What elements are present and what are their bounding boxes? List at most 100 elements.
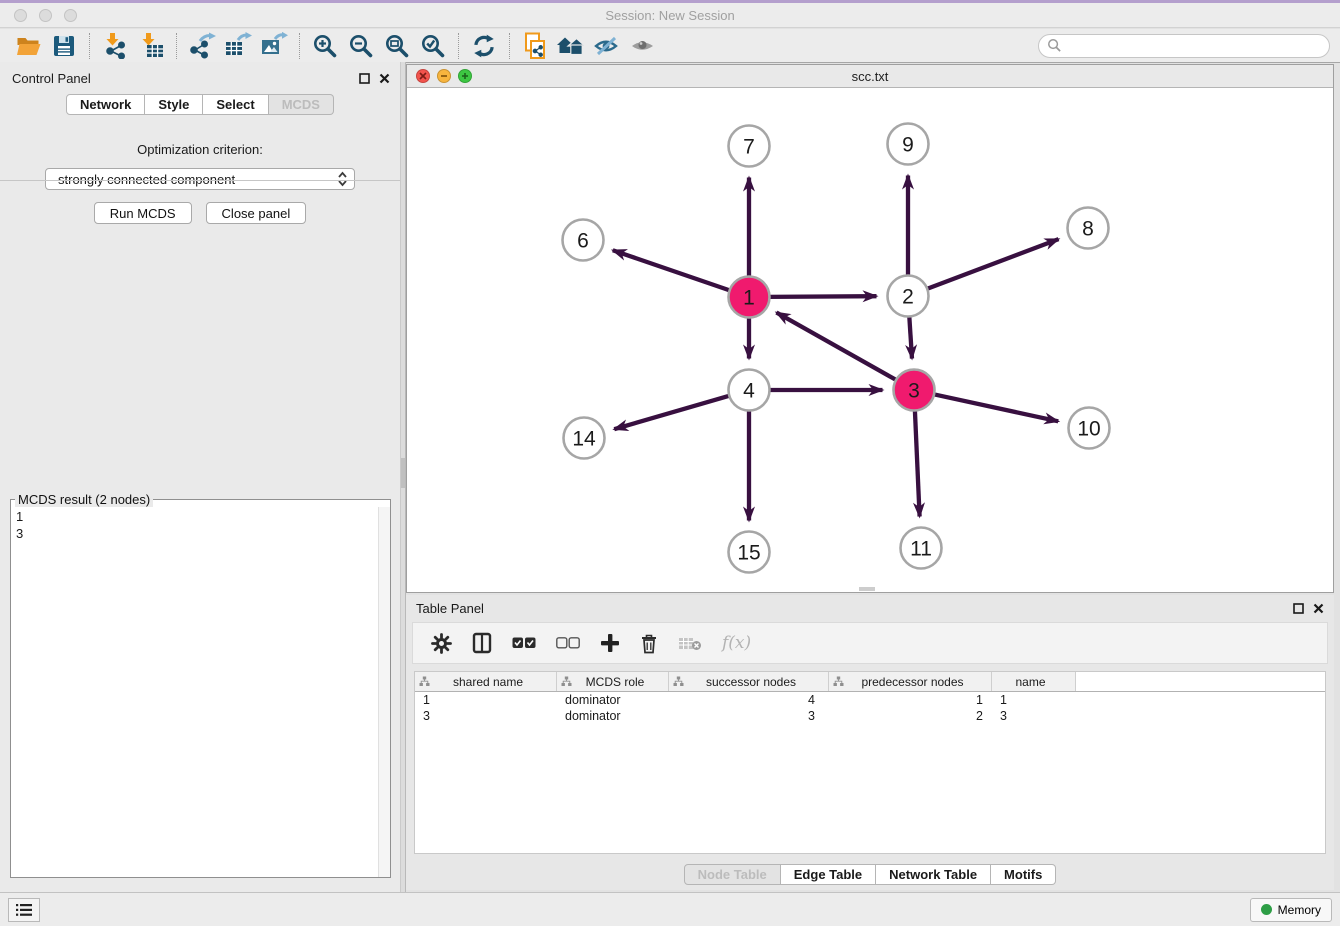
delete-table-button[interactable]	[678, 635, 702, 651]
home-layout-button[interactable]	[553, 31, 589, 61]
hide-selected-button[interactable]	[589, 31, 625, 61]
export-image-icon	[260, 32, 288, 59]
column-header-predecessor-nodes[interactable]: predecessor nodes	[829, 672, 992, 691]
unselect-all-columns-button[interactable]	[556, 637, 580, 649]
run-mcds-button[interactable]: Run MCDS	[94, 202, 192, 224]
show-all-button[interactable]	[625, 31, 661, 61]
cell-successor-nodes[interactable]: 4	[669, 693, 829, 707]
task-list-icon	[15, 903, 33, 917]
refresh-view-button[interactable]	[466, 31, 502, 61]
import-table-button[interactable]	[133, 31, 169, 61]
export-table-button[interactable]	[220, 31, 256, 61]
search-input[interactable]	[1067, 38, 1321, 53]
close-network-window-button[interactable]	[416, 69, 430, 83]
network-view-window: scc.txt 7968124314101511	[406, 64, 1334, 593]
graph-edge-1-2[interactable]	[767, 296, 876, 297]
cell-mcds-role[interactable]: dominator	[557, 693, 669, 707]
table-mode-button[interactable]	[431, 633, 452, 654]
cell-successor-nodes[interactable]: 3	[669, 709, 829, 723]
save-session-button[interactable]	[46, 31, 82, 61]
zoom-selected-button[interactable]	[415, 31, 451, 61]
node-table: shared name MCDS role successor	[414, 671, 1326, 854]
close-table-panel-button[interactable]	[1313, 603, 1324, 614]
delete-columns-button[interactable]	[640, 633, 658, 654]
tab-edge-table[interactable]: Edge Table	[781, 864, 876, 885]
tab-style[interactable]: Style	[145, 94, 203, 115]
column-header-shared-name[interactable]: shared name	[415, 672, 557, 691]
graph-edge-2-8[interactable]	[925, 239, 1058, 289]
table-panel-header: Table Panel	[406, 595, 1334, 621]
task-history-button[interactable]	[8, 898, 40, 922]
cell-predecessor-nodes[interactable]: 2	[829, 709, 992, 723]
close-icon	[419, 72, 427, 80]
splitter-handle[interactable]	[401, 458, 405, 488]
create-column-button[interactable]	[600, 633, 620, 653]
panel-divider	[0, 180, 400, 181]
graph-edge-3-1[interactable]	[776, 312, 897, 380]
export-network-button[interactable]	[184, 31, 220, 61]
result-scrollbar[interactable]	[378, 507, 390, 877]
toolbar-separator	[176, 33, 177, 59]
tab-motifs[interactable]: Motifs	[991, 864, 1056, 885]
column-header-name[interactable]: name	[992, 672, 1076, 691]
cell-name[interactable]: 1	[992, 693, 1076, 707]
graph-edge-1-6[interactable]	[613, 250, 732, 291]
close-panel-button[interactable]	[379, 73, 390, 84]
folder-open-icon	[15, 34, 42, 58]
status-bar: Memory	[0, 892, 1340, 926]
columns-icon	[472, 632, 492, 654]
zoom-network-window-button[interactable]	[458, 69, 472, 83]
tab-mcds[interactable]: MCDS	[269, 94, 334, 115]
search-field[interactable]	[1038, 34, 1330, 58]
toolbar-separator	[509, 33, 510, 59]
cell-shared-name[interactable]: 3	[415, 709, 557, 723]
float-panel-button[interactable]	[359, 73, 370, 84]
select-all-columns-button[interactable]	[512, 637, 536, 649]
cell-name[interactable]: 3	[992, 709, 1076, 723]
zoom-window-button[interactable]	[64, 9, 77, 22]
show-columns-button[interactable]	[472, 632, 492, 654]
tab-network-table[interactable]: Network Table	[876, 864, 991, 885]
cell-shared-name[interactable]: 1	[415, 693, 557, 707]
open-session-button[interactable]	[10, 31, 46, 61]
tab-node-table[interactable]: Node Table	[684, 864, 781, 885]
column-header-successor-nodes[interactable]: successor nodes	[669, 672, 829, 691]
zoom-in-button[interactable]	[307, 31, 343, 61]
new-network-from-selection-button[interactable]	[517, 31, 553, 61]
graph-node-label-11: 11	[910, 538, 932, 561]
close-mcds-panel-button[interactable]: Close panel	[206, 202, 307, 224]
new-network-from-selection-icon	[522, 32, 549, 60]
memory-status-button[interactable]: Memory	[1250, 898, 1332, 922]
network-canvas[interactable]: 7968124314101511	[407, 88, 1333, 592]
cell-predecessor-nodes[interactable]: 1	[829, 693, 992, 707]
close-window-button[interactable]	[14, 9, 27, 22]
graph-edge-2-3[interactable]	[909, 314, 912, 358]
float-table-panel-button[interactable]	[1293, 603, 1304, 614]
minimize-network-window-button[interactable]	[437, 69, 451, 83]
table-toolbar: f(x)	[412, 622, 1328, 664]
canvas-scrollbar-handle[interactable]	[859, 587, 875, 591]
export-image-button[interactable]	[256, 31, 292, 61]
toolbar-separator	[458, 33, 459, 59]
zoom-fit-button[interactable]	[379, 31, 415, 61]
table-row[interactable]: 3 dominator 3 2 3	[415, 708, 1325, 724]
zoom-out-button[interactable]	[343, 31, 379, 61]
graph-edge-3-10[interactable]	[932, 394, 1058, 421]
network-graph[interactable]: 7968124314101511	[407, 88, 1333, 594]
table-row[interactable]: 1 dominator 4 1 1	[415, 692, 1325, 708]
optimization-criterion-select[interactable]: strongly connected component	[45, 168, 355, 190]
main-toolbar	[0, 29, 1340, 63]
graph-node-label-1: 1	[743, 287, 755, 310]
graph-edge-4-14[interactable]	[614, 395, 731, 429]
minimize-window-button[interactable]	[39, 9, 52, 22]
tab-network[interactable]: Network	[66, 94, 145, 115]
import-network-button[interactable]	[97, 31, 133, 61]
column-header-mcds-role[interactable]: MCDS role	[557, 672, 669, 691]
tab-select[interactable]: Select	[203, 94, 268, 115]
function-builder-button[interactable]: f(x)	[722, 633, 751, 653]
graph-edge-3-11[interactable]	[915, 408, 920, 516]
table-panel: Table Panel	[406, 595, 1334, 890]
float-window-icon	[359, 73, 370, 84]
cell-mcds-role[interactable]: dominator	[557, 709, 669, 723]
minimize-icon	[440, 72, 448, 80]
